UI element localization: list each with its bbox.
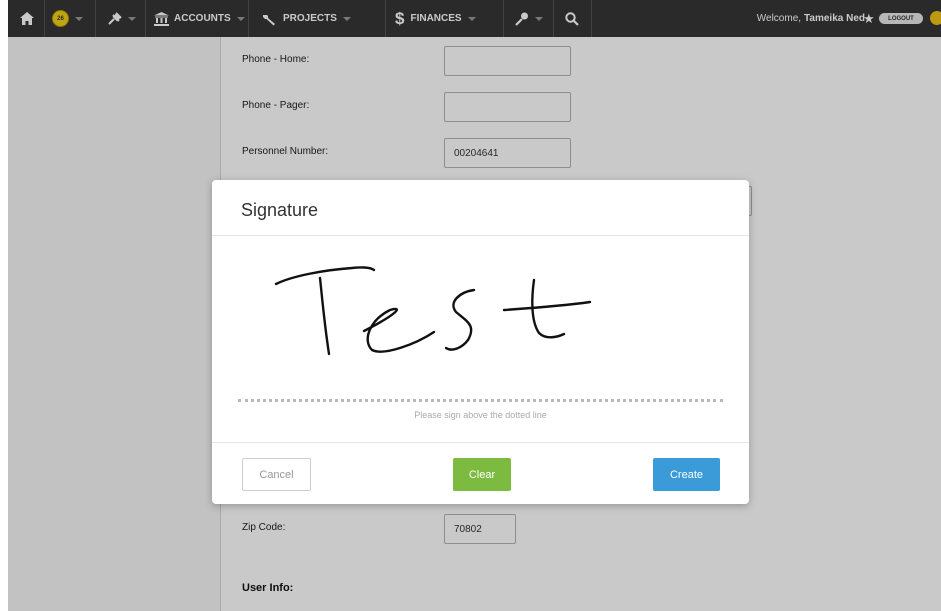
app-frame: Phone - Home: Phone - Pager: Personnel N… xyxy=(8,0,941,611)
cancel-button[interactable]: Cancel xyxy=(242,458,311,491)
create-button[interactable]: Create xyxy=(653,458,720,491)
dialog-title: Signature xyxy=(241,200,319,220)
signature-dialog: Signature Please sign above the dotted l… xyxy=(212,180,749,504)
clear-button[interactable]: Clear xyxy=(453,458,511,491)
signature-hint: Please sign above the dotted line xyxy=(414,410,547,420)
signature-baseline xyxy=(238,399,723,402)
divider xyxy=(212,442,749,443)
